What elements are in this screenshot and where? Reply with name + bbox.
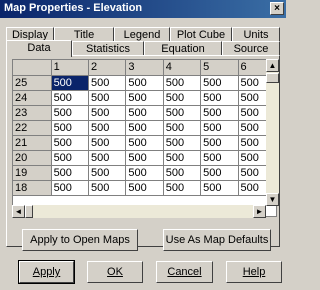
tab-statistics[interactable]: Statistics [72,41,144,56]
grid-cell[interactable]: 500 [200,150,239,166]
apply-button[interactable]: Apply [19,261,74,283]
tab-legend[interactable]: Legend [114,27,170,42]
grid-cell[interactable]: 500 [200,135,239,151]
grid-cell[interactable]: 500 [163,180,202,196]
tab-plot-cube[interactable]: Plot Cube [170,27,232,42]
grid-cell[interactable]: 500 [200,90,239,106]
grid-cell[interactable]: 500 [125,135,164,151]
table-row: 25 500 500 500 500 500 500 [13,75,276,91]
grid-cell[interactable]: 500 [51,90,89,106]
help-button[interactable]: Help [226,261,282,283]
scroll-thumb[interactable] [266,73,279,83]
apply-to-open-maps-button[interactable]: Apply to Open Maps [22,229,138,251]
grid-cell[interactable]: 500 [51,120,89,136]
column-header[interactable]: 1 [51,60,89,76]
table-row: 23 500 500 500 500 500 500 [13,105,276,121]
grid-cell[interactable]: 500 [200,75,239,91]
table-row: 21 500 500 500 500 500 500 [13,135,276,151]
grid-cell[interactable]: 500 [88,120,127,136]
row-header[interactable]: 20 [13,150,52,166]
row-header[interactable]: 21 [13,135,52,151]
column-header[interactable]: 5 [200,60,239,76]
grid-cell[interactable]: 500 [200,180,239,196]
cancel-button[interactable]: Cancel [156,261,213,283]
grid-cell[interactable]: 500 [125,90,164,106]
ok-button[interactable]: OK [87,261,143,283]
grid-cell[interactable]: 500 [125,165,164,181]
grid-cell[interactable]: 500 [163,165,202,181]
tab-units[interactable]: Units [232,27,280,42]
grid-cell[interactable]: 500 [163,135,202,151]
grid-cell[interactable]: 500 [51,180,89,196]
column-header[interactable]: 4 [163,60,202,76]
grid-cell[interactable]: 500 [200,105,239,121]
grid-table: 1 2 3 4 5 6 25 500 500 500 500 500 500 2… [13,60,276,196]
grid-cell[interactable]: 500 [51,150,89,166]
corner-cell [13,60,52,76]
table-row: 22 500 500 500 500 500 500 [13,120,276,136]
grid-cell[interactable]: 500 [88,135,127,151]
grid-cell[interactable]: 500 [51,105,89,121]
grid-cell[interactable]: 500 [51,75,89,91]
scroll-left-icon[interactable]: ◄ [12,205,25,218]
tab-equation[interactable]: Equation [144,41,222,56]
tab-source[interactable]: Source [222,41,280,56]
row-header[interactable]: 23 [13,105,52,121]
grid-cell[interactable]: 500 [88,90,127,106]
scroll-down-icon[interactable]: ▼ [266,193,279,206]
grid-cell[interactable]: 500 [88,150,127,166]
scroll-right-icon[interactable]: ► [253,205,266,218]
scroll-thumb[interactable] [25,205,33,218]
use-as-map-defaults-button[interactable]: Use As Map Defaults [163,229,271,251]
row-header[interactable]: 25 [13,75,52,91]
row-header[interactable]: 18 [13,180,52,196]
apply-label: Apply [32,266,61,278]
row-header[interactable]: 24 [13,90,52,106]
tab-data[interactable]: Data [6,40,72,57]
grid-cell[interactable]: 500 [200,165,239,181]
grid-cell[interactable]: 500 [125,105,164,121]
table-row: 24 500 500 500 500 500 500 [13,90,276,106]
help-label: Help [242,266,266,278]
grid-cell[interactable]: 500 [163,150,202,166]
row-header[interactable]: 19 [13,165,52,181]
data-grid[interactable]: 1 2 3 4 5 6 25 500 500 500 500 500 500 2… [12,59,277,217]
ok-label: OK [107,266,123,278]
grid-cell[interactable]: 500 [163,120,202,136]
window-title: Map Properties - Elevation [4,2,143,14]
table-row: 20 500 500 500 500 500 500 [13,150,276,166]
grid-cell[interactable]: 500 [163,75,202,91]
grid-cell[interactable]: 500 [163,105,202,121]
grid-cell[interactable]: 500 [163,90,202,106]
table-row: 18 500 500 500 500 500 500 [13,180,276,196]
title-bar: Map Properties - Elevation × [0,0,286,18]
grid-cell[interactable]: 500 [88,165,127,181]
column-header[interactable]: 2 [88,60,127,76]
grid-cell[interactable]: 500 [88,75,127,91]
grid-cell[interactable]: 500 [125,150,164,166]
header-row: 1 2 3 4 5 6 [13,60,276,76]
close-button[interactable]: × [270,2,284,15]
table-row: 19 500 500 500 500 500 500 [13,165,276,181]
grid-cell[interactable]: 500 [88,180,127,196]
grid-cell[interactable]: 500 [88,105,127,121]
grid-cell[interactable]: 500 [125,75,164,91]
grid-cell[interactable]: 500 [125,120,164,136]
grid-cell[interactable]: 500 [51,135,89,151]
horizontal-scrollbar[interactable]: ◄ ► [12,205,266,218]
grid-cell[interactable]: 500 [51,165,89,181]
grid-cell[interactable]: 500 [200,120,239,136]
row-header[interactable]: 22 [13,120,52,136]
cancel-label: Cancel [167,266,202,278]
column-header[interactable]: 3 [125,60,164,76]
vertical-scrollbar[interactable]: ▲ ▼ [266,59,279,206]
scroll-up-icon[interactable]: ▲ [266,59,279,72]
grid-cell[interactable]: 500 [125,180,164,196]
